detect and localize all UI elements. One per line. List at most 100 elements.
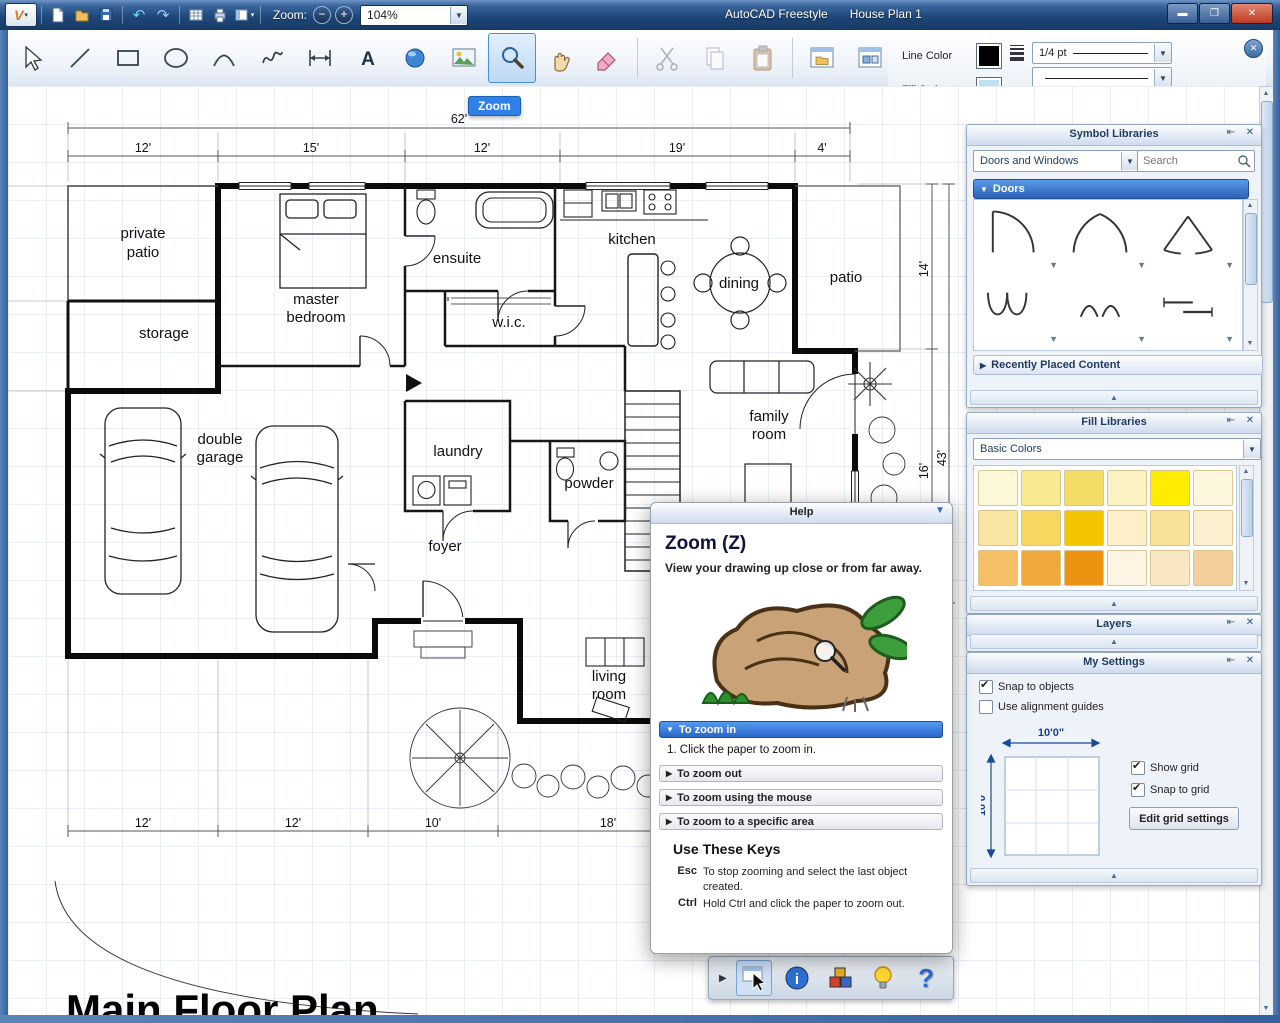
chevron-down-icon[interactable]: ▼ [1049, 334, 1058, 344]
chevron-down-icon[interactable]: ▼ [1137, 334, 1146, 344]
minimize-button[interactable]: ▬ [1167, 3, 1198, 24]
pan-tool[interactable] [536, 33, 584, 83]
fill-swatch[interactable] [1150, 510, 1190, 546]
symbol-library-combo[interactable]: Doors and Windows ▼ [973, 150, 1139, 172]
snap-to-grid-checkbox[interactable]: Snap to grid [1131, 783, 1209, 797]
search-input[interactable] [1138, 154, 1237, 168]
fill-swatch[interactable] [1150, 550, 1190, 586]
fill-swatch[interactable] [978, 510, 1018, 546]
zoom-tool[interactable] [488, 33, 536, 83]
rectangle-tool[interactable] [104, 33, 152, 83]
help-header[interactable]: Help ▼ [651, 503, 952, 524]
door-symbol-bifold-door[interactable]: ▼ [976, 276, 1060, 346]
collapse-panel-icon[interactable]: ⇤ [1223, 655, 1239, 670]
cut-button[interactable] [643, 33, 691, 83]
zoom-level-combo[interactable]: 104% ▼ [360, 5, 468, 26]
callout-tool[interactable] [392, 33, 440, 83]
panel-header[interactable]: Fill Libraries ⇤ ✕ [967, 413, 1261, 434]
info-button[interactable]: i [781, 961, 815, 995]
door-symbol-single-door[interactable]: ▼ [976, 202, 1060, 272]
scroll-down-icon[interactable]: ▼ [1240, 578, 1252, 590]
new-document-button[interactable] [47, 4, 69, 26]
content-panel-button[interactable] [846, 33, 894, 83]
door-symbol-sliding-door[interactable]: ▼ [1152, 276, 1236, 346]
table-button[interactable] [185, 4, 207, 26]
fill-swatch[interactable] [1193, 510, 1233, 546]
text-tool[interactable]: A [344, 33, 392, 83]
fill-swatch[interactable] [1064, 550, 1104, 586]
show-grid-checkbox[interactable]: Show grid [1131, 761, 1199, 775]
search-icon[interactable] [1237, 154, 1251, 168]
panels-menu-button[interactable]: ▾ [233, 4, 255, 26]
chevron-down-icon[interactable]: ▼ [1225, 260, 1234, 270]
question-help-button[interactable]: ? [909, 961, 943, 995]
print-button[interactable] [209, 4, 231, 26]
scroll-up-icon[interactable]: ▲ [1244, 200, 1256, 212]
copy-button[interactable] [691, 33, 739, 83]
panel-scroll-up[interactable]: ▲ [970, 390, 1258, 405]
chevron-down-icon[interactable]: ▼ [1154, 69, 1171, 87]
alignment-guides-checkbox[interactable]: Use alignment guides [979, 700, 1104, 714]
fill-swatch[interactable] [1150, 470, 1190, 506]
fill-library-combo[interactable]: Basic Colors ▼ [973, 438, 1261, 460]
arc-tool[interactable] [200, 33, 248, 83]
line-width-combo[interactable]: 1/4 pt ▼ [1032, 42, 1172, 64]
fill-swatch[interactable] [1107, 470, 1147, 506]
door-symbol-double-door-open[interactable]: ▼ [1152, 202, 1236, 272]
panel-header[interactable]: Layers ⇤ ✕ [967, 615, 1261, 636]
scroll-down-icon[interactable]: ▼ [1244, 338, 1256, 350]
collapse-panel-icon[interactable]: ⇤ [1223, 617, 1239, 632]
fill-swatch[interactable] [1193, 470, 1233, 506]
fill-swatch[interactable] [1021, 550, 1061, 586]
panel-scroll-up[interactable]: ▲ [970, 596, 1258, 611]
zoom-out-button[interactable]: − [313, 6, 331, 24]
accordion-to-zoom-in[interactable]: ▼ To zoom in [659, 721, 943, 738]
close-button[interactable]: ✕ [1231, 3, 1273, 24]
line-color-swatch[interactable] [976, 43, 1002, 69]
chevron-down-icon[interactable]: ▼ [1225, 334, 1234, 344]
door-symbol-double-door[interactable]: ▼ [1064, 202, 1148, 272]
fill-swatch[interactable] [1107, 510, 1147, 546]
undo-button[interactable]: ↶ [128, 4, 150, 26]
panel-scroll-up[interactable]: ▲ [970, 634, 1258, 649]
chevron-down-icon[interactable]: ▼ [450, 7, 467, 24]
select-tool[interactable] [8, 33, 56, 83]
fill-swatch[interactable] [1064, 470, 1104, 506]
panel-scroll-up[interactable]: ▲ [970, 868, 1258, 883]
chevron-down-icon[interactable]: ▼ [932, 505, 948, 520]
close-panel-icon[interactable]: ✕ [1242, 415, 1258, 430]
chevron-down-icon[interactable]: ▼ [1121, 152, 1138, 170]
circle-tool[interactable] [152, 33, 200, 83]
scroll-up-icon[interactable]: ▲ [1240, 466, 1252, 478]
fill-swatch[interactable] [1021, 510, 1061, 546]
accordion-zoom-mouse[interactable]: ▶ To zoom using the mouse [659, 789, 943, 806]
close-panel-icon[interactable]: ✕ [1242, 617, 1258, 632]
recently-placed-section-header[interactable]: ▶ Recently Placed Content [973, 355, 1263, 375]
tips-button[interactable] [866, 961, 900, 995]
chevron-down-icon[interactable]: ▼ [1049, 260, 1058, 270]
redo-button[interactable]: ↷ [152, 4, 174, 26]
fill-swatch[interactable] [1021, 470, 1061, 506]
flyout-arrow-icon[interactable]: ▶ [719, 973, 727, 984]
fill-swatch[interactable] [978, 550, 1018, 586]
edit-grid-settings-button[interactable]: Edit grid settings [1129, 807, 1239, 830]
cursor-help-button[interactable] [736, 960, 772, 996]
symbol-library-panel-button[interactable] [798, 33, 846, 83]
paste-button[interactable] [739, 33, 787, 83]
sketch-tool[interactable] [248, 33, 296, 83]
chevron-down-icon[interactable]: ▼ [1243, 440, 1260, 458]
dimension-tool[interactable] [296, 33, 344, 83]
open-button[interactable] [71, 4, 93, 26]
line-tool[interactable] [56, 33, 104, 83]
fill-swatch[interactable] [1193, 550, 1233, 586]
save-button[interactable] [95, 4, 117, 26]
scroll-down-icon[interactable]: ▼ [1260, 1003, 1272, 1015]
options-close-icon[interactable]: ✕ [1244, 39, 1263, 58]
door-symbol-cafe-door[interactable]: ▼ [1064, 276, 1148, 346]
accordion-to-zoom-out[interactable]: ▶ To zoom out [659, 765, 943, 782]
zoom-in-button[interactable]: + [335, 6, 353, 24]
fill-swatch[interactable] [1107, 550, 1147, 586]
panel-header[interactable]: My Settings ⇤ ✕ [967, 653, 1261, 674]
symbols-button[interactable] [823, 961, 857, 995]
collapse-panel-icon[interactable]: ⇤ [1223, 127, 1239, 142]
